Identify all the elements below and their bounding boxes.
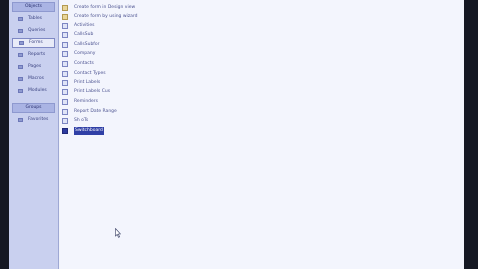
nav-item-label: Modules [28,88,47,93]
list-item-label: Activities [74,23,95,28]
nav-item-label: Macros [28,76,44,81]
nav-item-forms[interactable]: Forms [12,38,55,48]
form-icon [62,99,68,105]
form-icon [62,118,68,124]
table-icon [18,17,23,21]
form-icon [62,89,68,95]
list-item-label: CallsSub [74,32,94,37]
list-item-label: CallsSubfor [74,42,100,47]
form-icon [19,41,24,45]
list-item-label: Contacts [74,61,94,66]
list-item-label: Print Labels Cus [74,89,111,94]
group-gap [9,98,58,101]
nav-item-modules[interactable]: Modules [12,86,55,96]
folder-icon [18,118,23,122]
nav-item-macros[interactable]: Macros [12,74,55,84]
nav-item-pages[interactable]: Pages [12,62,55,72]
nav-item-label: Queries [28,28,46,33]
nav-item-label: Forms [29,40,43,45]
module-icon [18,89,23,93]
form-icon [62,32,68,38]
nav-item-label: Favorites [28,117,49,122]
nav-item-reports[interactable]: Reports [12,50,55,60]
list-item-label: Print Labels [74,80,101,85]
list-item-label: Company [74,51,96,56]
form-icon [62,42,68,48]
database-window: Objects Tables Queries Forms Reports Pag… [9,0,464,269]
form-icon [62,51,68,57]
report-icon [18,53,23,57]
nav-item-label: Reports [28,52,46,57]
list-item-label: Contact Types [74,71,106,76]
query-icon [18,29,23,33]
form-icon [62,23,68,29]
nav-item-label: Tables [28,16,42,21]
list-item-label: Reminders [74,99,98,104]
groups-group-header[interactable]: Groups [12,103,55,113]
nav-item-tables[interactable]: Tables [12,14,55,24]
form-icon [62,71,68,77]
nav-item-queries[interactable]: Queries [12,26,55,36]
list-item-label: Sh oTs [74,118,89,123]
page-icon [18,65,23,69]
list-item-label: Switchboard [74,127,104,135]
screen: Objects Tables Queries Forms Reports Pag… [0,0,478,269]
nav-item-label: Pages [28,64,42,69]
form-icon [62,128,68,134]
list-item-label: Create form in Design view [74,5,136,10]
form-icon [62,80,68,86]
objects-bar: Objects Tables Queries Forms Reports Pag… [9,0,59,269]
design-view-icon [62,5,68,11]
form-icon [62,109,68,115]
list-item-label: Create form by using wizard [74,14,138,19]
wizard-icon [62,14,68,20]
list-item-label: Report Date Range [74,109,117,114]
nav-item-favorites[interactable]: Favorites [12,115,55,125]
form-icon [62,61,68,67]
mouse-pointer-icon [115,228,121,238]
objects-group-header[interactable]: Objects [12,2,55,12]
macro-icon [18,77,23,81]
